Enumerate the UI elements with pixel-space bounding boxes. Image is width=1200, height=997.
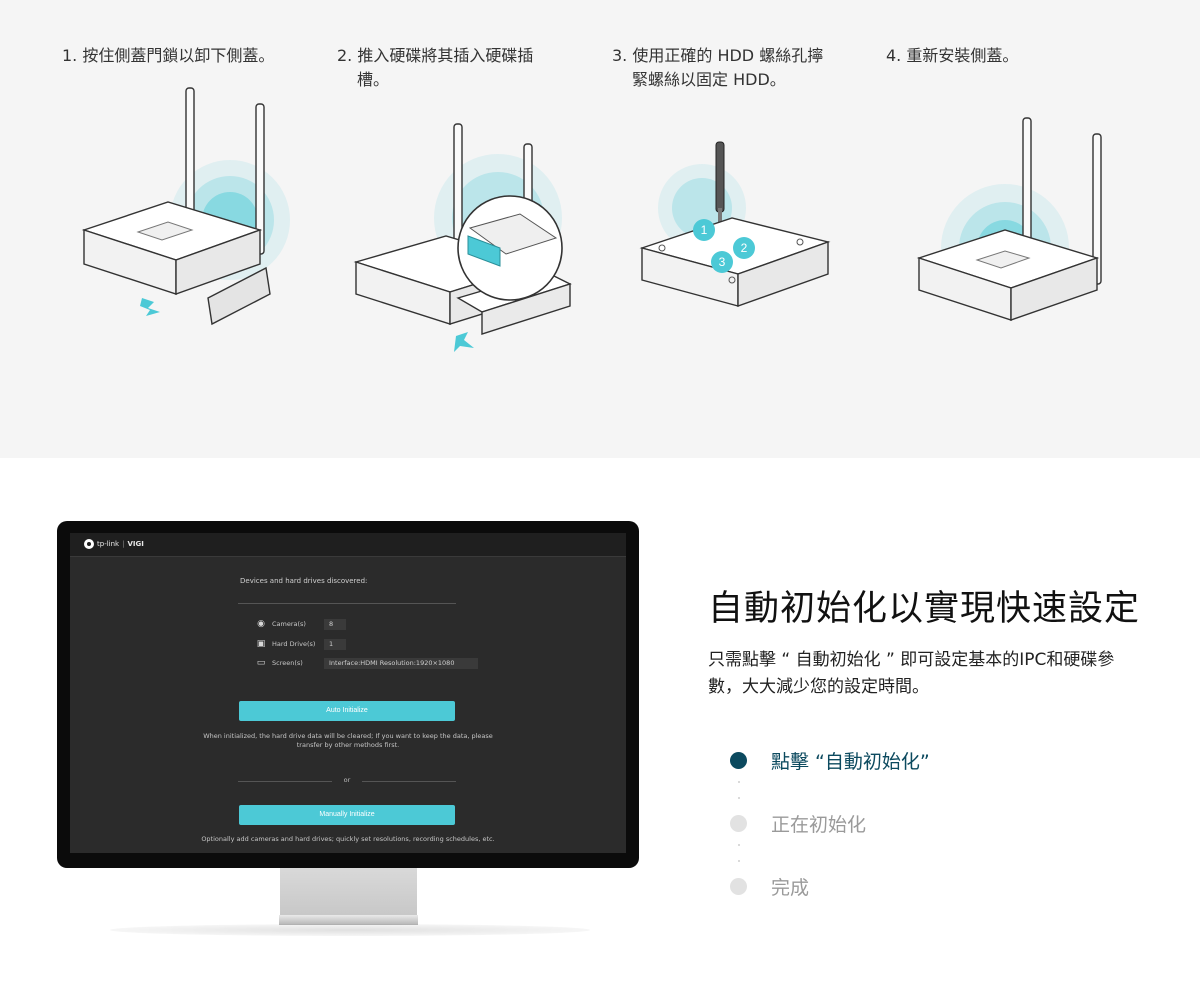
progress-step-click-auto-init: 點擊 “自動初始化”	[730, 747, 930, 774]
monitor-stand	[280, 868, 417, 920]
step-1-text: 1. 按住側蓋門鎖以卸下側蓋。	[62, 46, 275, 65]
screen-info-value: Interface:HDMI Resolution:1920×1080	[324, 657, 478, 669]
hard-drive-icon: ▣	[256, 639, 266, 649]
step-3-text: 3. 使用正確的 HDD 螺絲孔擰 緊螺絲以固定 HDD。	[612, 46, 824, 89]
step-2-text: 2. 推入硬碟將其插入硬碟插 槽。	[337, 46, 534, 89]
feature-title: 自動初始化以實現快速設定	[708, 589, 1141, 629]
svg-text:2: 2	[741, 241, 748, 255]
screen-icon: ▭	[256, 658, 266, 668]
monitor-shadow	[110, 924, 590, 936]
or-divider: or	[238, 776, 456, 786]
feature-description: 只需點擊 “ 自動初始化 ” 即可設定基本的IPC和硬碟參 數，大大減少您的設定…	[708, 650, 1115, 697]
screen-info-row: ▭ Screen(s) Interface:HDMI Resolution:19…	[256, 657, 478, 669]
svg-text:1: 1	[701, 223, 708, 237]
nvr-topbar: tp-link | VIGI	[70, 533, 626, 557]
camera-count-value: 8	[324, 618, 346, 630]
step-2-illustration	[353, 123, 572, 352]
step-1-illustration	[81, 87, 290, 326]
discovery-title: Devices and hard drives discovered:	[240, 577, 368, 585]
inactive-step-dot-icon	[730, 815, 747, 832]
camera-count-row: ◉ Camera(s) 8	[256, 618, 346, 630]
svg-text:3: 3	[719, 255, 726, 269]
step-3-illustration: 1 2 3	[639, 141, 831, 307]
tp-link-vigi-logo: tp-link | VIGI	[84, 539, 144, 549]
progress-step-initializing: 正在初始化	[730, 810, 866, 837]
divider	[238, 603, 456, 604]
camera-icon: ◉	[257, 619, 265, 629]
tp-link-logo-icon	[84, 539, 94, 549]
active-step-dot-icon	[730, 752, 747, 769]
installation-steps-section: 1. 按住側蓋門鎖以卸下側蓋。 2. 推入硬碟將其插入硬碟插 槽。 3. 使用正…	[0, 0, 1200, 458]
manually-initialize-button[interactable]: Manually Initialize	[239, 805, 455, 825]
nvr-screen: tp-link | VIGI Devices and hard drives d…	[70, 533, 626, 853]
step-4-text: 4. 重新安裝側蓋。	[886, 46, 1019, 65]
inactive-step-dot-icon	[730, 878, 747, 895]
auto-initialize-button[interactable]: Auto Initialize	[239, 701, 455, 721]
progress-step-complete: 完成	[730, 873, 809, 900]
monitor: tp-link | VIGI Devices and hard drives d…	[57, 521, 639, 868]
manual-initialize-note: Optionally add cameras and hard drives; …	[201, 835, 495, 843]
hard-drive-count-row: ▣ Hard Drive(s) 1	[256, 638, 346, 650]
hard-drive-count-value: 1	[324, 638, 346, 650]
step-4-illustration	[916, 117, 1102, 321]
auto-initialize-note: When initialized, the hard drive data wi…	[203, 732, 493, 749]
